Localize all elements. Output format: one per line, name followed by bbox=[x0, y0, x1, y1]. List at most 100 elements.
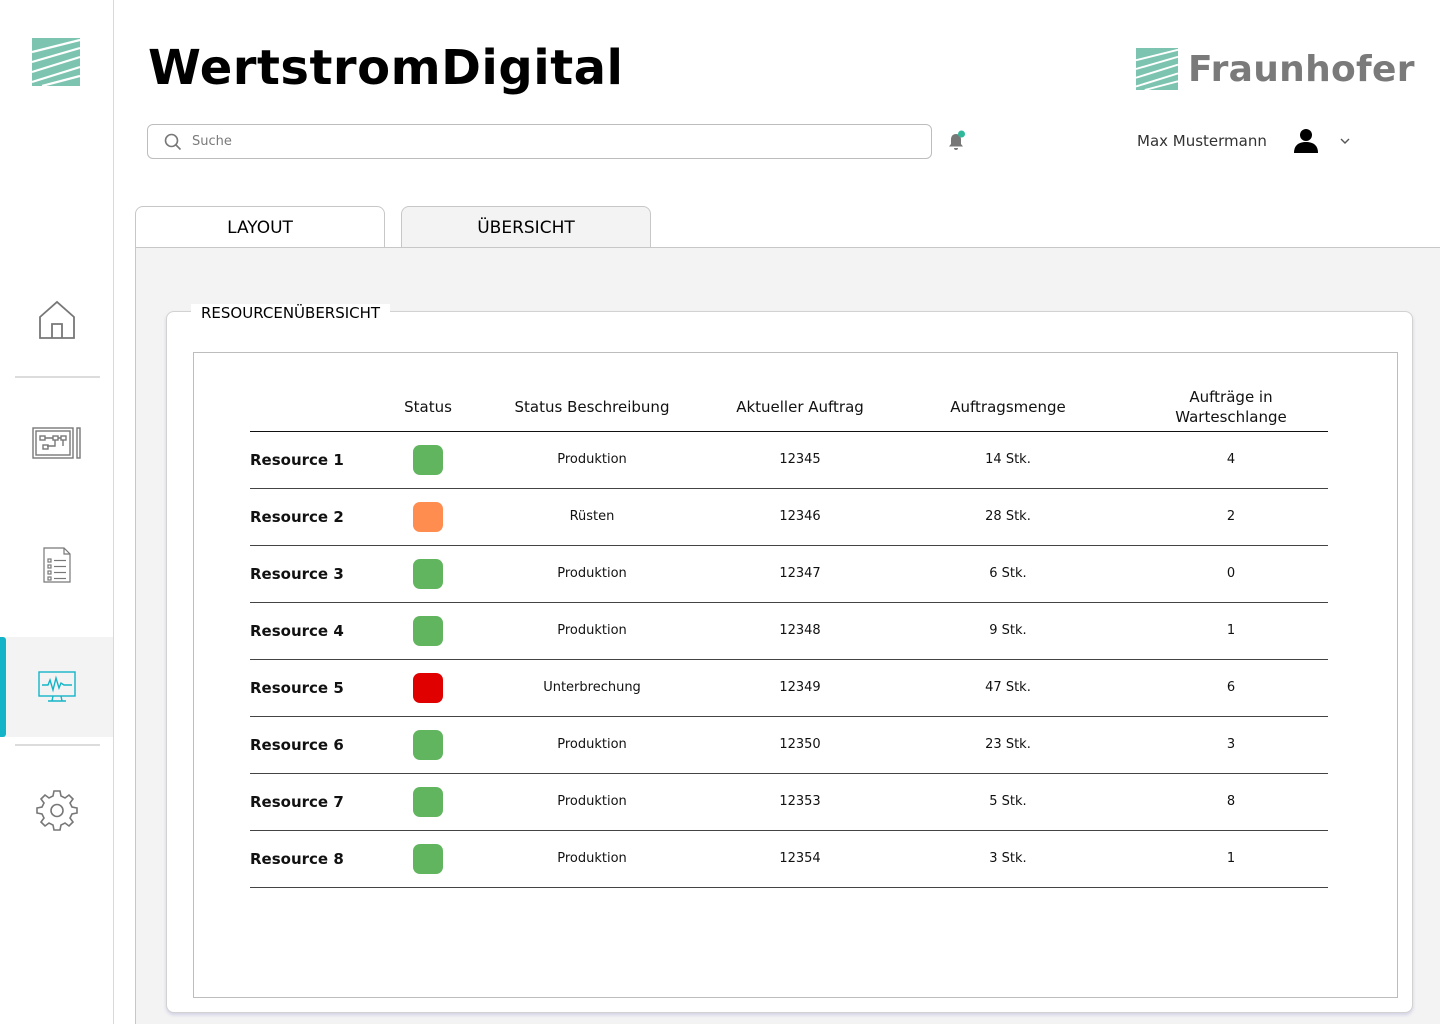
gear-icon bbox=[35, 790, 78, 831]
queued-orders: 1 bbox=[1134, 830, 1328, 888]
status-description: Produktion bbox=[466, 773, 718, 831]
table-row[interactable]: Resource 2 Rüsten 12346 28 Stk. 2 bbox=[250, 488, 1328, 546]
status-indicator bbox=[413, 843, 443, 874]
column-header-status-description: Status Beschreibung bbox=[466, 383, 718, 432]
table-row[interactable]: Resource 1 Produktion 12345 14 Stk. 4 bbox=[250, 431, 1328, 489]
table-header-row: Status Status Beschreibung Aktueller Auf… bbox=[250, 383, 1328, 432]
resource-name: Resource 5 bbox=[250, 659, 390, 717]
queued-orders: 1 bbox=[1134, 602, 1328, 660]
user-avatar-icon[interactable] bbox=[1293, 128, 1319, 154]
sidebar-item-settings[interactable] bbox=[0, 760, 113, 860]
table-row[interactable]: Resource 6 Produktion 12350 23 Stk. 3 bbox=[250, 716, 1328, 774]
column-header-resource bbox=[250, 383, 390, 432]
resource-table: Status Status Beschreibung Aktueller Auf… bbox=[250, 383, 1328, 888]
queued-orders: 0 bbox=[1134, 545, 1328, 603]
status-indicator bbox=[413, 558, 443, 589]
monitor-pulse-icon bbox=[37, 671, 76, 702]
current-order: 12350 bbox=[718, 716, 882, 774]
queued-orders: 2 bbox=[1134, 488, 1328, 546]
status-indicator bbox=[413, 444, 443, 475]
search-icon bbox=[164, 133, 182, 150]
status-indicator bbox=[413, 501, 443, 532]
status-indicator bbox=[413, 615, 443, 646]
current-order: 12349 bbox=[718, 659, 882, 717]
column-header-current-order: Aktueller Auftrag bbox=[718, 383, 882, 432]
user-name[interactable]: Max Mustermann bbox=[1137, 132, 1267, 150]
notification-bell-icon[interactable] bbox=[945, 130, 967, 152]
brand-logo: Fraunhofer bbox=[1136, 48, 1415, 90]
queued-orders: 3 bbox=[1134, 716, 1328, 774]
brand-name: Fraunhofer bbox=[1188, 48, 1415, 90]
table-row[interactable]: Resource 4 Produktion 12348 9 Stk. 1 bbox=[250, 602, 1328, 660]
status-description: Unterbrechung bbox=[466, 659, 718, 717]
search-input[interactable] bbox=[192, 134, 892, 149]
order-quantity: 6 Stk. bbox=[882, 545, 1134, 603]
resource-name: Resource 4 bbox=[250, 602, 390, 660]
order-quantity: 28 Stk. bbox=[882, 488, 1134, 546]
fraunhofer-logo-icon bbox=[32, 38, 80, 86]
order-quantity: 3 Stk. bbox=[882, 830, 1134, 888]
current-order: 12347 bbox=[718, 545, 882, 603]
current-order: 12346 bbox=[718, 488, 882, 546]
status-cell bbox=[390, 488, 466, 546]
table-row[interactable]: Resource 8 Produktion 12354 3 Stk. 1 bbox=[250, 830, 1328, 888]
order-quantity: 47 Stk. bbox=[882, 659, 1134, 717]
order-quantity: 14 Stk. bbox=[882, 431, 1134, 489]
resource-name: Resource 1 bbox=[250, 431, 390, 489]
resource-name: Resource 8 bbox=[250, 830, 390, 888]
order-quantity: 23 Stk. bbox=[882, 716, 1134, 774]
status-description: Rüsten bbox=[466, 488, 718, 546]
status-indicator bbox=[413, 729, 443, 760]
queued-orders: 4 bbox=[1134, 431, 1328, 489]
status-indicator bbox=[413, 672, 443, 703]
current-order: 12353 bbox=[718, 773, 882, 831]
resource-name: Resource 2 bbox=[250, 488, 390, 546]
card-title: RESOURCENÜBERSICHT bbox=[191, 304, 391, 322]
column-header-status: Status bbox=[390, 383, 466, 432]
table-row[interactable]: Resource 3 Produktion 12347 6 Stk. 0 bbox=[250, 545, 1328, 603]
order-quantity: 5 Stk. bbox=[882, 773, 1134, 831]
resource-name: Resource 7 bbox=[250, 773, 390, 831]
status-cell bbox=[390, 545, 466, 603]
tab-uebersicht[interactable]: ÜBERSICHT bbox=[401, 206, 651, 248]
current-order: 12345 bbox=[718, 431, 882, 489]
layout-board-icon bbox=[31, 427, 81, 459]
status-description: Produktion bbox=[466, 431, 718, 489]
overview-panel: RESOURCENÜBERSICHT Status Status Beschre… bbox=[135, 247, 1440, 1024]
resource-overview-card: RESOURCENÜBERSICHT Status Status Beschre… bbox=[166, 304, 1413, 1013]
home-icon bbox=[38, 300, 75, 339]
status-cell bbox=[390, 830, 466, 888]
resource-name: Resource 3 bbox=[250, 545, 390, 603]
status-cell bbox=[390, 602, 466, 660]
status-cell bbox=[390, 659, 466, 717]
status-description: Produktion bbox=[466, 716, 718, 774]
status-description: Produktion bbox=[466, 830, 718, 888]
status-description: Produktion bbox=[466, 602, 718, 660]
sidebar-item-layout[interactable] bbox=[0, 393, 113, 493]
table-row[interactable]: Resource 5 Unterbrechung 12349 47 Stk. 6 bbox=[250, 659, 1328, 717]
status-cell bbox=[390, 431, 466, 489]
resource-name: Resource 6 bbox=[250, 716, 390, 774]
current-order: 12348 bbox=[718, 602, 882, 660]
column-header-order-quantity: Auftragsmenge bbox=[882, 383, 1134, 432]
queued-orders: 6 bbox=[1134, 659, 1328, 717]
current-order: 12354 bbox=[718, 830, 882, 888]
table-row[interactable]: Resource 7 Produktion 12353 5 Stk. 8 bbox=[250, 773, 1328, 831]
checklist-icon bbox=[42, 547, 71, 583]
sidebar bbox=[0, 0, 114, 1024]
column-header-queued-orders: Aufträge in Warteschlange bbox=[1134, 383, 1328, 432]
status-cell bbox=[390, 773, 466, 831]
app-title: WertstromDigital bbox=[148, 40, 624, 96]
sidebar-item-monitor[interactable] bbox=[0, 637, 113, 737]
status-indicator bbox=[413, 786, 443, 817]
chevron-down-icon[interactable] bbox=[1338, 134, 1352, 148]
search-bar[interactable] bbox=[147, 124, 932, 159]
fraunhofer-logo-icon bbox=[1136, 48, 1178, 90]
sidebar-item-list[interactable] bbox=[0, 515, 113, 615]
tab-layout[interactable]: LAYOUT bbox=[135, 206, 385, 248]
status-cell bbox=[390, 716, 466, 774]
resource-table-frame: Status Status Beschreibung Aktueller Auf… bbox=[193, 352, 1398, 998]
sidebar-item-home[interactable] bbox=[0, 270, 113, 370]
order-quantity: 9 Stk. bbox=[882, 602, 1134, 660]
queued-orders: 8 bbox=[1134, 773, 1328, 831]
